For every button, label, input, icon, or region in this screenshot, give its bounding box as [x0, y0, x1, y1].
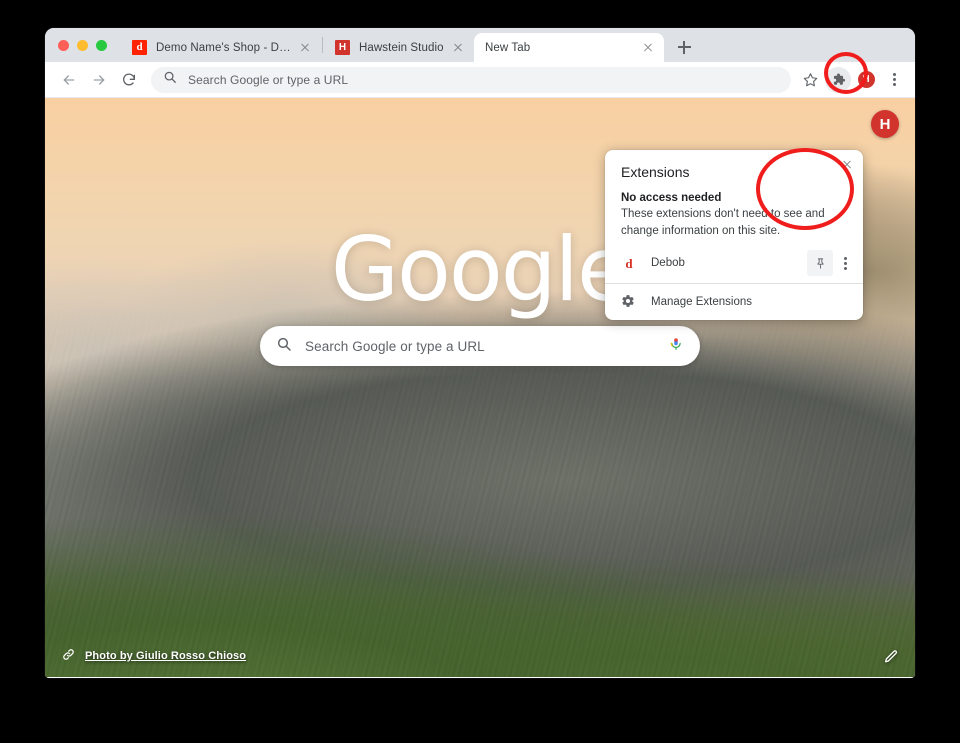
manage-extensions-label: Manage Extensions [651, 296, 753, 309]
browser-window: d Demo Name's Shop - Depop H Hawstein St… [45, 28, 915, 678]
window-close-button[interactable] [58, 39, 69, 51]
pencil-icon[interactable] [881, 647, 901, 667]
new-tab-button[interactable] [670, 33, 698, 61]
three-dot-glyph [843, 256, 847, 270]
back-icon[interactable] [55, 66, 83, 94]
extension-more-icon[interactable] [833, 250, 857, 276]
extension-row-debob[interactable]: d Debob [605, 247, 863, 279]
window-controls [55, 28, 121, 62]
browser-toolbar: Search Google or type a URL H [45, 62, 915, 98]
hawstein-favicon: H [335, 40, 350, 55]
photo-attribution[interactable]: Photo by Giulio Rosso Chioso [61, 647, 246, 665]
reload-icon[interactable] [115, 66, 143, 94]
manage-extensions-item[interactable]: Manage Extensions [605, 284, 863, 320]
three-dot-glyph [892, 73, 896, 86]
tab-close-icon[interactable] [297, 40, 313, 56]
tab-title: Hawstein Studio [359, 41, 444, 54]
tab-strip: d Demo Name's Shop - Depop H Hawstein St… [45, 28, 915, 62]
gear-icon [621, 294, 637, 311]
search-icon [276, 336, 292, 357]
forward-icon[interactable] [85, 66, 113, 94]
window-maximize-button[interactable] [96, 39, 107, 51]
tab-title: New Tab [485, 41, 531, 54]
new-tab-page: H Google Search Google or type a URL Pho… [45, 98, 915, 677]
tab-title: Demo Name's Shop - Depop [156, 41, 291, 54]
tab-depop[interactable]: d Demo Name's Shop - Depop [121, 33, 321, 62]
no-access-heading: No access needed [621, 192, 722, 204]
no-access-description: These extensions don't need to see and c… [621, 208, 825, 237]
tab-hawstein-studio[interactable]: H Hawstein Studio [324, 33, 474, 62]
extensions-popup: Extensions No access needed These extens… [605, 150, 863, 321]
debob-icon: d [625, 255, 633, 271]
ntp-search-placeholder: Search Google or type a URL [305, 338, 485, 354]
tab-close-icon[interactable] [450, 40, 466, 56]
tab-close-icon[interactable] [640, 40, 656, 56]
window-minimize-button[interactable] [77, 39, 88, 51]
link-icon [61, 647, 76, 665]
extensions-puzzle-icon[interactable] [825, 66, 851, 93]
depop-favicon: d [132, 40, 147, 55]
extensions-popup-title: Extensions [621, 164, 690, 180]
microphone-icon[interactable] [668, 336, 684, 357]
address-bar[interactable]: Search Google or type a URL [151, 66, 791, 93]
tab-new-tab[interactable]: New Tab [474, 33, 664, 62]
ntp-profile-avatar[interactable]: H [871, 110, 899, 138]
pin-icon[interactable] [807, 250, 833, 277]
close-icon[interactable] [839, 156, 855, 172]
profile-avatar[interactable]: H [853, 67, 879, 93]
attribution-text: Photo by Giulio Rosso Chioso [85, 650, 247, 662]
bookmark-star-icon[interactable] [797, 67, 823, 93]
ntp-search-box[interactable]: Search Google or type a URL [260, 326, 700, 366]
address-bar-placeholder: Search Google or type a URL [188, 72, 349, 87]
avatar-letter: H [857, 71, 875, 88]
tab-separator [322, 37, 323, 53]
browser-menu-icon[interactable] [881, 67, 907, 93]
search-icon [163, 70, 177, 89]
extension-name: Debob [651, 257, 685, 270]
